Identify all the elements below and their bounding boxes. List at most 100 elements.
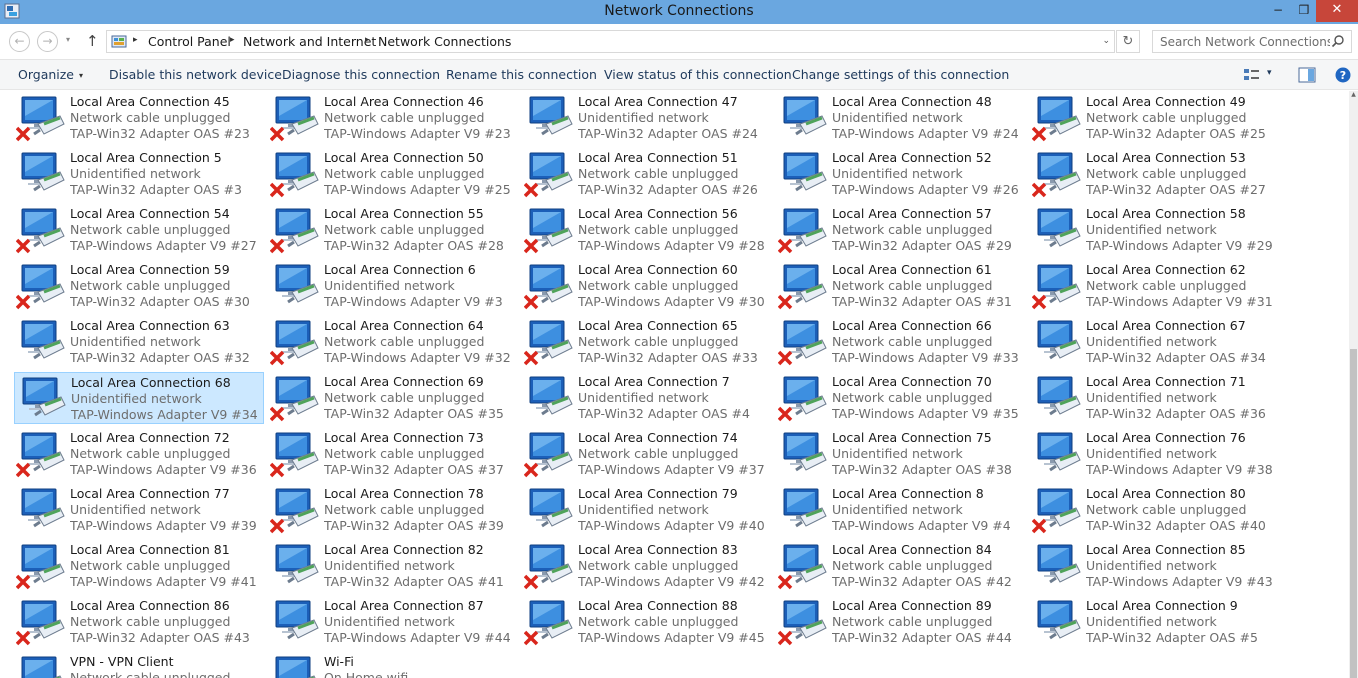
- connection-item[interactable]: Local Area Connection 74 Network cable un…: [522, 428, 772, 480]
- address-dropdown-icon[interactable]: ⌄: [1102, 36, 1110, 46]
- search-icon[interactable]: [1331, 34, 1345, 48]
- connection-item[interactable]: Local Area Connection 59 Network cable un…: [14, 260, 264, 312]
- connection-item[interactable]: Local Area Connection 72 Network cable un…: [14, 428, 264, 480]
- connection-item[interactable]: Local Area Connection 5 Unidentified netw…: [14, 148, 264, 200]
- disable-device-button[interactable]: Disable this network device: [109, 67, 282, 82]
- connection-item[interactable]: Local Area Connection 49 Network cable un…: [1030, 92, 1280, 144]
- address-bar[interactable]: ▸ Control Panel ▸ Network and Internet ▸…: [106, 30, 1115, 53]
- connection-item[interactable]: Local Area Connection 78 Network cable un…: [268, 484, 518, 536]
- maximize-button[interactable]: ❒: [1290, 0, 1318, 22]
- connection-item[interactable]: Local Area Connection 70 Network cable un…: [776, 372, 1026, 424]
- connection-item[interactable]: Local Area Connection 67 Unidentified net…: [1030, 316, 1280, 368]
- connection-item[interactable]: VPN - VPN Client Network cable unplugged: [14, 652, 264, 678]
- connection-item[interactable]: Local Area Connection 71 Unidentified net…: [1030, 372, 1280, 424]
- connection-item[interactable]: Local Area Connection 81 Network cable un…: [14, 540, 264, 592]
- connection-item[interactable]: Local Area Connection 64 Network cable un…: [268, 316, 518, 368]
- connection-item[interactable]: Local Area Connection 89 Network cable un…: [776, 596, 1026, 648]
- connection-item[interactable]: Local Area Connection 56 Network cable un…: [522, 204, 772, 256]
- connection-item[interactable]: Local Area Connection 47 Unidentified net…: [522, 92, 772, 144]
- rename-connection-button[interactable]: Rename this connection: [446, 67, 597, 82]
- view-status-button[interactable]: View status of this connection: [604, 67, 792, 82]
- close-button[interactable]: ✕: [1316, 0, 1358, 22]
- connection-item[interactable]: Local Area Connection 51 Network cable un…: [522, 148, 772, 200]
- connection-status: Network cable unplugged: [578, 278, 739, 293]
- connection-item[interactable]: Local Area Connection 80 Network cable un…: [1030, 484, 1280, 536]
- network-adapter-disconnected-icon: [270, 96, 319, 142]
- back-button[interactable]: ←: [9, 31, 30, 52]
- minimize-button[interactable]: −: [1264, 0, 1292, 22]
- connection-text: Local Area Connection 81 Network cable un…: [70, 542, 262, 590]
- scrollbar-thumb[interactable]: [1350, 349, 1357, 678]
- connection-device: TAP-Windows Adapter V9 #25: [324, 182, 511, 197]
- connection-item[interactable]: Local Area Connection 48 Unidentified net…: [776, 92, 1026, 144]
- breadcrumb-control-panel[interactable]: Control Panel: [148, 34, 231, 49]
- connection-item[interactable]: Local Area Connection 79 Unidentified net…: [522, 484, 772, 536]
- connection-item[interactable]: Local Area Connection 52 Unidentified net…: [776, 148, 1026, 200]
- connection-item[interactable]: Local Area Connection 69 Network cable un…: [268, 372, 518, 424]
- connection-item[interactable]: Local Area Connection 7 Unidentified netw…: [522, 372, 772, 424]
- change-view-icon[interactable]: [1243, 66, 1261, 84]
- organize-menu[interactable]: Organize ▾: [18, 67, 83, 82]
- vertical-scrollbar[interactable]: ▲: [1349, 91, 1358, 678]
- connection-item[interactable]: Local Area Connection 85 Unidentified net…: [1030, 540, 1280, 592]
- connection-item[interactable]: Local Area Connection 54 Network cable un…: [14, 204, 264, 256]
- connection-item[interactable]: Local Area Connection 65 Network cable un…: [522, 316, 772, 368]
- refresh-button[interactable]: ↻: [1116, 30, 1140, 53]
- diagnose-connection-button[interactable]: Diagnose this connection: [282, 67, 440, 82]
- breadcrumb-network-connections[interactable]: Network Connections: [378, 34, 511, 49]
- command-bar: Organize ▾ Disable this network device Di…: [0, 60, 1358, 90]
- view-options-caret-icon[interactable]: ▾: [1267, 68, 1272, 78]
- connection-item[interactable]: Local Area Connection 73 Network cable un…: [268, 428, 518, 480]
- connection-item[interactable]: Local Area Connection 77 Unidentified net…: [14, 484, 264, 536]
- connection-text: Local Area Connection 68 Unidentified net…: [71, 375, 263, 423]
- connection-device: TAP-Win32 Adapter OAS #41: [324, 574, 504, 589]
- connection-item[interactable]: Local Area Connection 82 Unidentified net…: [268, 540, 518, 592]
- connection-name: Local Area Connection 82: [324, 542, 484, 557]
- search-box[interactable]: [1152, 30, 1352, 53]
- connection-item[interactable]: Local Area Connection 6 Unidentified netw…: [268, 260, 518, 312]
- connection-item[interactable]: Local Area Connection 63 Unidentified net…: [14, 316, 264, 368]
- search-input[interactable]: [1160, 32, 1330, 52]
- change-settings-button[interactable]: Change settings of this connection: [792, 67, 1009, 82]
- help-icon[interactable]: ?: [1334, 66, 1352, 84]
- connection-item[interactable]: Local Area Connection 45 Network cable un…: [14, 92, 264, 144]
- connection-text: Local Area Connection 56 Network cable un…: [578, 206, 770, 254]
- connection-item[interactable]: Local Area Connection 68 Unidentified net…: [14, 372, 264, 424]
- connection-item[interactable]: Local Area Connection 62 Network cable un…: [1030, 260, 1280, 312]
- connection-item[interactable]: Local Area Connection 61 Network cable un…: [776, 260, 1026, 312]
- connection-name: Local Area Connection 86: [70, 598, 230, 613]
- connection-item[interactable]: Local Area Connection 66 Network cable un…: [776, 316, 1026, 368]
- connection-item[interactable]: Local Area Connection 88 Network cable un…: [522, 596, 772, 648]
- connection-item[interactable]: Local Area Connection 83 Network cable un…: [522, 540, 772, 592]
- breadcrumb-separator-icon[interactable]: ▸: [230, 35, 235, 45]
- scroll-up-arrow-icon[interactable]: ▲: [1349, 91, 1358, 100]
- up-button[interactable]: ↑: [86, 32, 99, 50]
- network-adapter-icon: [1037, 320, 1081, 360]
- breadcrumb-separator-icon[interactable]: ▸: [133, 35, 138, 45]
- connection-item[interactable]: Local Area Connection 76 Unidentified net…: [1030, 428, 1280, 480]
- preview-pane-icon[interactable]: [1298, 66, 1316, 84]
- connection-item[interactable]: Local Area Connection 8 Unidentified netw…: [776, 484, 1026, 536]
- connection-item[interactable]: Local Area Connection 58 Unidentified net…: [1030, 204, 1280, 256]
- connection-item[interactable]: Local Area Connection 86 Network cable un…: [14, 596, 264, 648]
- connection-item[interactable]: Local Area Connection 57 Network cable un…: [776, 204, 1026, 256]
- connection-item[interactable]: Local Area Connection 84 Network cable un…: [776, 540, 1026, 592]
- connection-item[interactable]: Local Area Connection 60 Network cable un…: [522, 260, 772, 312]
- breadcrumb-separator-icon[interactable]: ▸: [365, 35, 370, 45]
- recent-locations-dropdown[interactable]: ▾: [66, 35, 70, 44]
- title-bar[interactable]: Network Connections − ❒ ✕: [0, 0, 1358, 24]
- forward-button[interactable]: →: [37, 31, 58, 52]
- connection-item[interactable]: Local Area Connection 50 Network cable un…: [268, 148, 518, 200]
- connection-item[interactable]: Local Area Connection 46 Network cable un…: [268, 92, 518, 144]
- breadcrumb-network-and-internet[interactable]: Network and Internet: [243, 34, 376, 49]
- connection-item[interactable]: Local Area Connection 9 Unidentified netw…: [1030, 596, 1280, 648]
- connections-list[interactable]: Local Area Connection 45 Network cable un…: [0, 91, 1349, 678]
- connection-item[interactable]: Local Area Connection 55 Network cable un…: [268, 204, 518, 256]
- connection-item[interactable]: Wi-Fi On Home wifi: [268, 652, 518, 678]
- connection-text: Wi-Fi On Home wifi: [324, 654, 516, 678]
- connection-name: Local Area Connection 59: [70, 262, 230, 277]
- connection-item[interactable]: Local Area Connection 87 Unidentified net…: [268, 596, 518, 648]
- connection-item[interactable]: Local Area Connection 75 Unidentified net…: [776, 428, 1026, 480]
- connection-item[interactable]: Local Area Connection 53 Network cable un…: [1030, 148, 1280, 200]
- connection-status: Network cable unplugged: [832, 222, 993, 237]
